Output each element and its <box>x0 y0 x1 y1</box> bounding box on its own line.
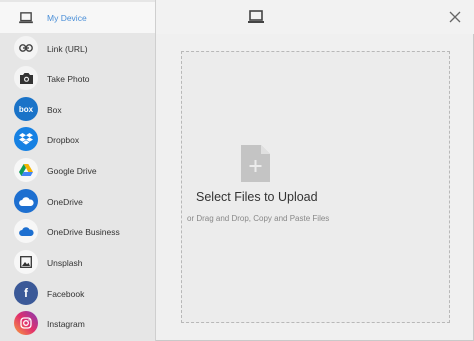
onedrive-logo-icon <box>14 189 38 213</box>
sidebar-item-onedrive[interactable]: OneDrive <box>0 186 155 217</box>
sidebar-item-onedrive-business[interactable]: OneDrive Business <box>0 216 155 247</box>
add-file-icon <box>241 145 270 182</box>
sidebar-item-my-device[interactable]: My Device <box>0 2 155 33</box>
sidebar-item-link-url[interactable]: Link (URL) <box>0 33 155 64</box>
laptop-icon <box>14 6 38 30</box>
sidebar-item-take-photo[interactable]: Take Photo <box>0 63 155 94</box>
sidebar-item-dropbox[interactable]: Dropbox <box>0 124 155 155</box>
onedrive-business-logo-icon <box>14 219 38 243</box>
sidebar-item-facebook[interactable]: f Facebook <box>0 278 155 309</box>
dropbox-logo-icon <box>14 127 38 151</box>
image-icon <box>14 250 38 274</box>
sidebar-item-label: Box <box>47 104 62 115</box>
box-logo-icon: box <box>14 97 38 121</box>
sidebar-item-unsplash[interactable]: Unsplash <box>0 247 155 278</box>
sidebar-item-instagram[interactable]: Instagram <box>0 308 155 339</box>
drop-zone[interactable] <box>181 51 450 323</box>
sidebar-item-label: OneDrive Business <box>47 226 120 237</box>
laptop-icon <box>248 10 264 23</box>
google-drive-logo-icon <box>14 158 38 182</box>
sidebar-item-box[interactable]: box Box <box>0 94 155 125</box>
sidebar-item-label: Take Photo <box>47 73 90 84</box>
sidebar-item-label: Google Drive <box>47 165 97 176</box>
close-icon[interactable] <box>447 9 463 25</box>
upload-subtitle: or Drag and Drop, Copy and Paste Files <box>187 214 330 223</box>
sidebar-item-label: Dropbox <box>47 134 80 145</box>
facebook-logo-icon: f <box>14 281 38 305</box>
source-sidebar: My Device Link (URL) Take Photo box Box … <box>0 0 156 341</box>
sidebar-item-label: My Device <box>47 12 87 23</box>
sidebar-item-label: Link (URL) <box>47 43 88 54</box>
sidebar-item-label: Facebook <box>47 288 85 299</box>
camera-icon <box>14 66 38 90</box>
link-icon <box>14 36 38 60</box>
sidebar-item-label: Instagram <box>47 318 85 329</box>
sidebar-item-label: OneDrive <box>47 196 83 207</box>
instagram-logo-icon <box>14 311 38 335</box>
sidebar-item-google-drive[interactable]: Google Drive <box>0 155 155 186</box>
upload-title: Select Files to Upload <box>196 190 318 204</box>
sidebar-item-label: Unsplash <box>47 257 83 268</box>
